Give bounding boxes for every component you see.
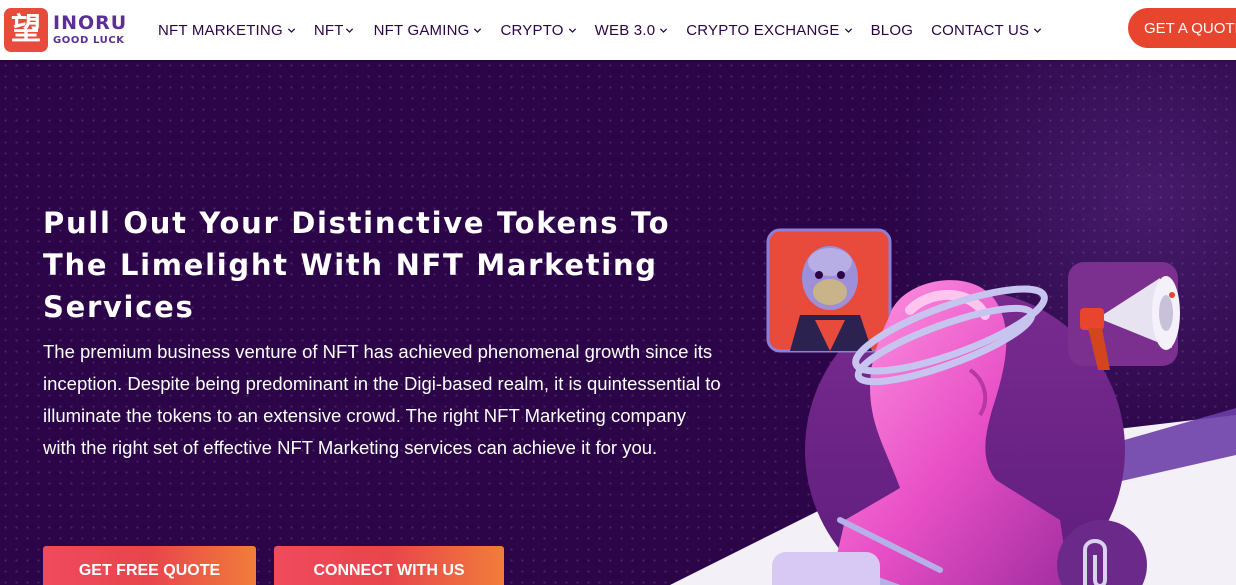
nav-item-label: WEB 3.0 <box>594 21 656 39</box>
hero-section: Pull Out Your Distinctive Tokens To The … <box>0 60 1236 585</box>
chevron-down-icon <box>844 26 853 35</box>
nav-item-blog[interactable]: BLOG <box>871 22 913 39</box>
nav-item-label: NFT <box>313 21 344 39</box>
nav-item-crypto-exchange[interactable]: CRYPTO EXCHANGE <box>686 22 852 39</box>
chevron-down-icon <box>473 26 482 35</box>
nav-item-web3[interactable]: WEB 3.0 <box>595 22 669 39</box>
nav-item-label: CONTACT US <box>931 21 1030 39</box>
logo-mark: 望 <box>4 8 48 52</box>
logo-name: INORU <box>53 12 128 34</box>
nav-item-label: NFT MARKETING <box>158 21 283 39</box>
megaphone-icon <box>1068 262 1180 370</box>
nav-item-label: CRYPTO EXCHANGE <box>686 21 840 39</box>
nav-item-contact-us[interactable]: CONTACT US <box>931 22 1042 39</box>
nav-item-label: NFT GAMING <box>373 21 470 39</box>
chevron-down-icon <box>659 26 668 35</box>
nav-item-nft-gaming[interactable]: NFT GAMING <box>374 22 483 39</box>
nav-item-label: CRYPTO <box>500 21 564 39</box>
connect-with-us-button[interactable]: CONNECT WITH US <box>274 546 504 585</box>
nav-item-crypto[interactable]: CRYPTO <box>500 22 576 39</box>
logo[interactable]: 望 INORU GOOD LUCK <box>4 8 127 52</box>
get-a-quote-button[interactable]: GET A QUOTE <box>1128 8 1236 48</box>
hero-headline: Pull Out Your Distinctive Tokens To The … <box>43 206 671 324</box>
chevron-down-icon <box>287 26 296 35</box>
main-nav: NFT MARKETING NFT NFT GAMING CRYPTO WEB … <box>158 0 1060 60</box>
hero-description: The premium business venture of NFT has … <box>43 341 721 458</box>
site-header: 望 INORU GOOD LUCK NFT MARKETING NFT NFT … <box>0 0 1236 60</box>
nft-bust-illustration <box>670 228 1236 585</box>
ape-nft-icon <box>766 228 892 353</box>
logo-tagline: GOOD LUCK <box>53 35 125 46</box>
get-free-quote-button[interactable]: GET FREE QUOTE <box>43 546 256 585</box>
chevron-down-icon <box>345 26 354 35</box>
nav-item-nft[interactable]: NFT <box>314 22 354 39</box>
nav-item-label: BLOG <box>870 21 914 39</box>
logo-text: INORU GOOD LUCK <box>53 14 127 46</box>
nav-item-nft-marketing[interactable]: NFT MARKETING <box>158 22 296 39</box>
spinner-tile <box>772 552 880 585</box>
chevron-down-icon <box>568 26 577 35</box>
chevron-down-icon <box>1033 26 1042 35</box>
